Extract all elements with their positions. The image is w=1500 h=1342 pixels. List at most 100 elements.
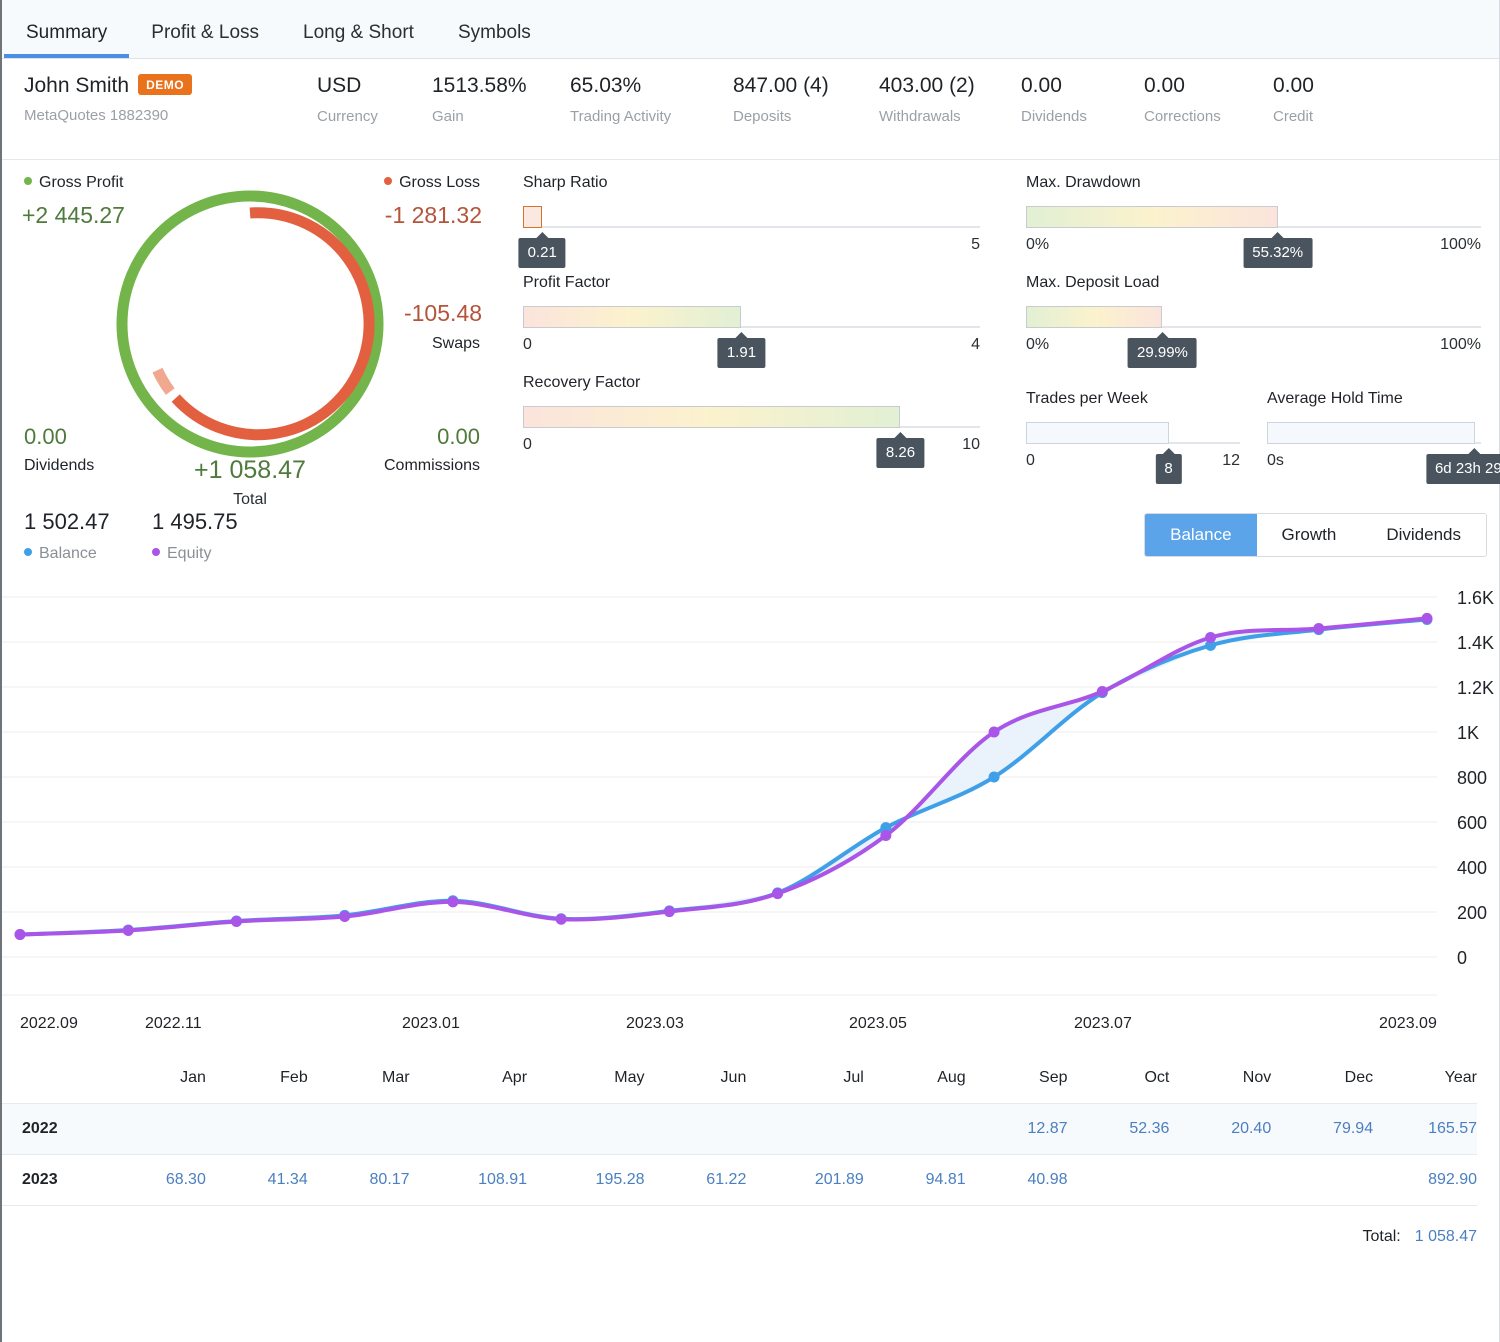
gauge-min: 0 xyxy=(1026,452,1035,470)
gauge-title: Sharp Ratio xyxy=(523,174,980,192)
gauge-track[interactable]: 0%100%29.99% xyxy=(1026,306,1481,328)
demo-badge: DEMO xyxy=(138,74,192,95)
gauge-max: 100% xyxy=(1440,236,1481,254)
column-header-mar: Mar xyxy=(326,1055,428,1104)
gauge-average-hold-time[interactable]: Average Hold Time0s0d6d 23h 29m xyxy=(1267,390,1481,444)
stat-value: 403.00 (2) xyxy=(879,74,975,98)
y-tick-label: 1K xyxy=(1457,723,1479,743)
gauge-baseline xyxy=(523,226,980,228)
account-summary-page: Summary Profit & Loss Long & Short Symbo… xyxy=(0,0,1500,1342)
stat-value: 0.00 xyxy=(1273,74,1314,98)
gauge-max: 10 xyxy=(962,436,980,454)
gauge-value: 29.99% xyxy=(1128,338,1197,368)
cell-aug xyxy=(882,1104,984,1155)
stat-value: 847.00 (4) xyxy=(733,74,829,98)
stat-value: 1513.58% xyxy=(432,74,527,98)
equity-dot xyxy=(152,548,160,556)
data-point-equity[interactable] xyxy=(880,830,891,841)
stat-value: 0.00 xyxy=(1144,74,1221,98)
cell-may xyxy=(545,1104,662,1155)
stat-corrections: 0.00 Corrections xyxy=(1144,74,1221,125)
gauge-track[interactable]: 0128 xyxy=(1026,422,1240,444)
data-point-balance[interactable] xyxy=(989,772,1000,783)
stat-deposits: 847.00 (4)Deposits xyxy=(733,74,829,125)
data-point-equity[interactable] xyxy=(231,916,242,927)
tab-long-short[interactable]: Long & Short xyxy=(281,23,436,58)
toggle-growth[interactable]: Growth xyxy=(1257,514,1362,556)
gauge-value: 8 xyxy=(1155,454,1181,484)
data-point-equity[interactable] xyxy=(15,929,26,940)
cell-feb xyxy=(224,1104,326,1155)
cell-sep: 40.98 xyxy=(984,1155,1086,1206)
stat-label: Credit xyxy=(1273,108,1314,125)
tab-symbols[interactable]: Symbols xyxy=(436,23,553,58)
column-header-dec: Dec xyxy=(1289,1055,1391,1104)
gauge-value: 0.21 xyxy=(519,238,566,268)
gauge-fill xyxy=(1267,422,1475,444)
cell-apr xyxy=(428,1104,545,1155)
data-point-equity[interactable] xyxy=(1205,632,1216,643)
gauge-track[interactable]: 50.21 xyxy=(523,206,980,228)
stat-label: Corrections xyxy=(1144,108,1221,125)
data-point-equity[interactable] xyxy=(1097,686,1108,697)
gauge-track[interactable]: 0108.26 xyxy=(523,406,980,428)
data-point-equity[interactable] xyxy=(772,888,783,899)
gauge-min: 0% xyxy=(1026,236,1049,254)
gauge-profit-factor[interactable]: Profit Factor041.91 xyxy=(523,274,980,328)
gauge-sharp-ratio[interactable]: Sharp Ratio 50.21 xyxy=(523,174,980,228)
gross-loss-legend: Gross Loss xyxy=(384,174,480,192)
stat-label: Dividends xyxy=(1021,108,1087,125)
y-tick-label: 800 xyxy=(1457,768,1487,788)
gauge-title: Max. Deposit Load xyxy=(1026,274,1481,292)
data-point-equity[interactable] xyxy=(556,914,567,925)
balance-equity-header: 1 502.47 Balance 1 495.75 Equity Balance… xyxy=(2,505,1499,575)
stat-dividends: 0.00Dividends xyxy=(1021,74,1087,125)
gauge-max-deposit-load[interactable]: Max. Deposit Load 0%100%29.99% xyxy=(1026,274,1481,328)
data-point-equity[interactable] xyxy=(989,727,1000,738)
data-point-equity[interactable] xyxy=(339,911,350,922)
gauge-track[interactable]: 0%100%55.32% xyxy=(1026,206,1481,228)
gross-profit-dot xyxy=(24,177,32,185)
swaps-label: Swaps xyxy=(432,335,480,353)
tab-summary[interactable]: Summary xyxy=(4,23,129,58)
cell-year: 165.57 xyxy=(1391,1104,1477,1155)
cell-may: 195.28 xyxy=(545,1155,662,1206)
donut-chart xyxy=(112,186,388,462)
data-point-equity[interactable] xyxy=(1313,623,1324,634)
balance-equity-chart[interactable]: 02004006008001K1.2K1.4K1.6K 2022.092022.… xyxy=(2,575,1499,1055)
commissions-value: 0.00 xyxy=(437,424,480,450)
gross-profit-legend: Gross Profit xyxy=(24,174,123,192)
cell-jun xyxy=(662,1104,764,1155)
balance-dot xyxy=(24,548,32,556)
gauge-track[interactable]: 041.91 xyxy=(523,306,980,328)
column-header-oct: Oct xyxy=(1086,1055,1188,1104)
gauge-trades-per-week[interactable]: Trades per Week0128 xyxy=(1026,390,1240,444)
tab-profit-loss[interactable]: Profit & Loss xyxy=(129,23,281,58)
donut-total-value: +1 058.47 xyxy=(150,456,350,485)
data-point-equity[interactable] xyxy=(447,896,458,907)
toggle-dividends[interactable]: Dividends xyxy=(1361,514,1486,556)
cell-jul xyxy=(764,1104,881,1155)
data-point-equity[interactable] xyxy=(664,906,675,917)
account-server: MetaQuotes 1882390 xyxy=(24,107,168,124)
x-tick-label: 2022.09 xyxy=(20,1015,78,1033)
x-tick-label: 2023.01 xyxy=(402,1015,460,1033)
balance-value: 1 502.47 xyxy=(24,509,110,535)
data-point-equity[interactable] xyxy=(1422,613,1433,624)
gross-loss-label: Gross Loss xyxy=(399,174,480,191)
data-point-equity[interactable] xyxy=(123,925,134,936)
gauge-recovery-factor[interactable]: Recovery Factor0108.26 xyxy=(523,374,980,428)
y-tick-label: 0 xyxy=(1457,948,1467,968)
gauge-max: 5 xyxy=(971,236,980,254)
gauge-track[interactable]: 0s0d6d 23h 29m xyxy=(1267,422,1481,444)
cell-jan xyxy=(122,1104,224,1155)
chart-canvas: 02004006008001K1.2K1.4K1.6K xyxy=(2,575,1500,1005)
gauge-max: 100% xyxy=(1440,336,1481,354)
gauge-value: 6d 23h 29m xyxy=(1426,454,1500,484)
gauge-max: 4 xyxy=(971,336,980,354)
column-header-aug: Aug xyxy=(882,1055,984,1104)
toggle-balance[interactable]: Balance xyxy=(1145,514,1256,556)
x-tick-label: 2023.03 xyxy=(626,1015,684,1033)
gauge-fill xyxy=(1026,422,1169,444)
gauge-max-drawdown[interactable]: Max. Drawdown0%100%55.32% xyxy=(1026,174,1481,228)
